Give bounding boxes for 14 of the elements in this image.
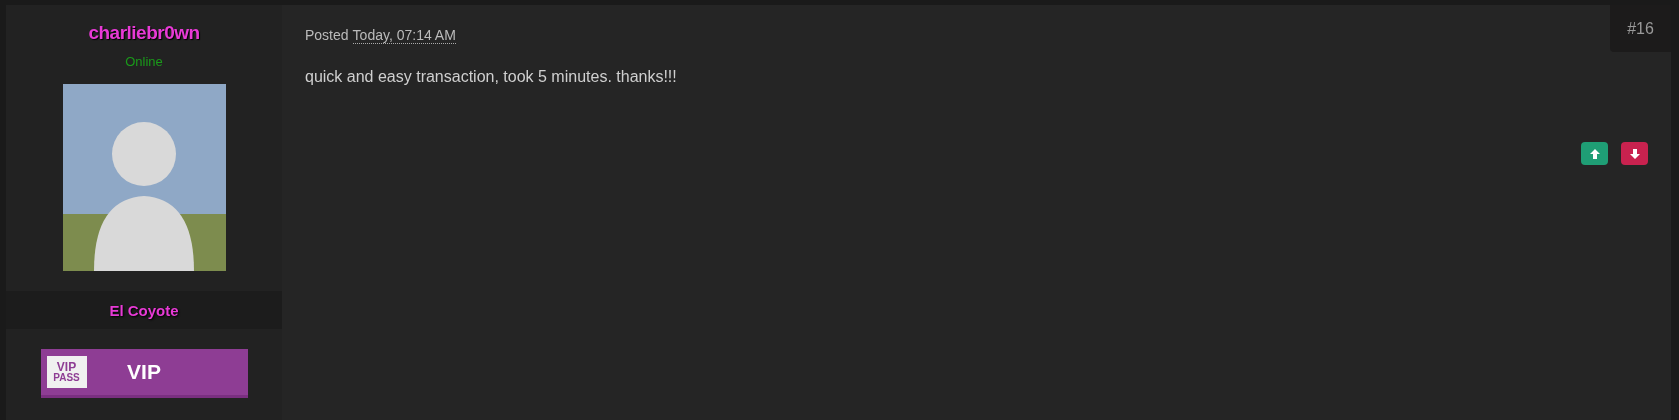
upvote-button[interactable] <box>1581 142 1608 165</box>
online-status: Online <box>125 54 163 69</box>
username[interactable]: charliebr0wn <box>88 22 200 44</box>
badge-label: VIP <box>127 360 161 384</box>
post-date: Today, 07:14 AM <box>352 27 456 44</box>
ticket-icon: VIP PASS <box>46 356 87 388</box>
posted-label: Posted <box>305 27 349 43</box>
up-arrow-icon <box>1588 147 1601 160</box>
avatar-icon <box>62 84 226 271</box>
user-group: El Coyote <box>109 301 179 319</box>
post-number[interactable]: #16 <box>1610 5 1671 52</box>
post-body: quick and easy transaction, took 5 minutes. thanks!!! <box>305 68 678 86</box>
down-arrow-icon <box>1628 147 1641 160</box>
downvote-button[interactable] <box>1621 142 1648 165</box>
